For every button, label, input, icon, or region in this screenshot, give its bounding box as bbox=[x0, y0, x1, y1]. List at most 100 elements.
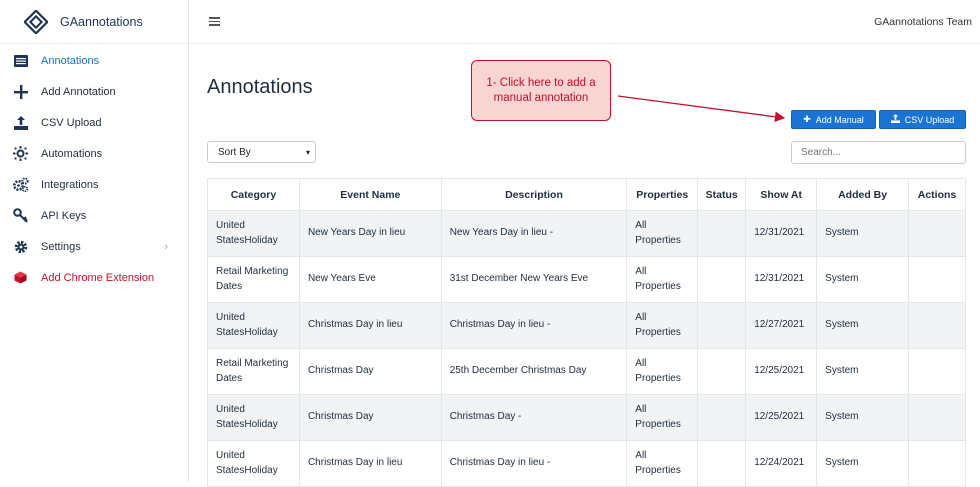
table-row[interactable]: United StatesHoliday New Years Day in li… bbox=[207, 210, 966, 257]
cell-actions bbox=[908, 256, 966, 303]
brand[interactable]: GAannotations bbox=[0, 0, 188, 44]
column-header-status[interactable]: Status bbox=[697, 178, 747, 211]
search-input[interactable] bbox=[791, 141, 966, 164]
cell-properties: All Properties bbox=[626, 348, 699, 395]
cell-show-at: 12/24/2021 bbox=[745, 440, 818, 487]
column-header-actions: Actions bbox=[908, 178, 966, 211]
list-icon bbox=[12, 52, 29, 69]
sidebar-item-label: Integrations bbox=[41, 178, 99, 191]
logo-icon bbox=[24, 9, 48, 34]
sidebar-item-label: CSV Upload bbox=[41, 116, 102, 129]
plus-icon: ✚ bbox=[803, 114, 811, 124]
plus-icon bbox=[12, 83, 29, 100]
cell-description: Christmas Day in lieu - bbox=[440, 302, 628, 349]
cell-event-name: New Years Eve bbox=[298, 256, 442, 303]
table-row[interactable]: United StatesHoliday Christmas Day in li… bbox=[207, 302, 966, 349]
cell-properties: All Properties bbox=[626, 210, 699, 257]
sidebar: GAannotations Annotations Add Annotation… bbox=[0, 0, 189, 482]
column-header-category[interactable]: Category bbox=[207, 178, 300, 211]
cell-properties: All Properties bbox=[626, 394, 699, 441]
sidebar-item-label: Settings bbox=[41, 240, 81, 253]
table-header-row: Category Event Name Description Properti… bbox=[207, 178, 966, 211]
annotation-callout: 1- Click here to add a manual annotation bbox=[471, 60, 611, 121]
cell-show-at: 12/31/2021 bbox=[745, 256, 818, 303]
sort-by-select[interactable]: Sort By ▾ bbox=[207, 141, 316, 163]
cell-category: Retail Marketing Dates bbox=[207, 348, 300, 395]
cell-show-at: 12/25/2021 bbox=[745, 348, 818, 395]
sidebar-item-settings[interactable]: Settings › bbox=[0, 231, 188, 262]
table-row[interactable]: United StatesHoliday Christmas Day in li… bbox=[207, 440, 966, 487]
sidebar-item-automations[interactable]: Automations bbox=[0, 138, 188, 169]
cell-description: 25th December Christmas Day bbox=[440, 348, 628, 395]
table-row[interactable]: Retail Marketing Dates New Years Eve 31s… bbox=[207, 256, 966, 303]
cell-properties: All Properties bbox=[626, 302, 699, 349]
cube-icon bbox=[12, 269, 29, 286]
cell-show-at: 12/27/2021 bbox=[745, 302, 818, 349]
add-manual-label: Add Manual bbox=[815, 114, 864, 125]
cell-properties: All Properties bbox=[626, 440, 699, 487]
topbar: GAannotations Team bbox=[189, 0, 980, 44]
page-title: Annotations bbox=[207, 76, 313, 98]
sidebar-item-annotations[interactable]: Annotations bbox=[0, 45, 188, 76]
cell-added-by: System bbox=[816, 394, 910, 441]
cell-category: United StatesHoliday bbox=[207, 440, 300, 487]
upload-icon bbox=[890, 114, 900, 125]
cell-status bbox=[697, 302, 747, 349]
column-header-properties[interactable]: Properties bbox=[626, 178, 699, 211]
cell-event-name: Christmas Day in lieu bbox=[298, 302, 442, 349]
cell-added-by: System bbox=[816, 302, 910, 349]
automation-icon bbox=[12, 145, 29, 162]
sidebar-item-label: Add Chrome Extension bbox=[41, 271, 155, 284]
sidebar-item-csv-upload[interactable]: CSV Upload bbox=[0, 107, 188, 138]
cell-added-by: System bbox=[816, 256, 910, 303]
team-name[interactable]: GAannotations Team bbox=[874, 16, 972, 28]
column-header-added-by[interactable]: Added By bbox=[816, 178, 910, 211]
cell-actions bbox=[908, 348, 966, 395]
table-row[interactable]: United StatesHoliday Christmas Day Chris… bbox=[207, 394, 966, 441]
table-row[interactable]: Retail Marketing Dates Christmas Day 25t… bbox=[207, 348, 966, 395]
gear-icon bbox=[12, 238, 29, 255]
cell-added-by: System bbox=[816, 210, 910, 257]
cell-actions bbox=[908, 440, 966, 487]
cell-description: New Years Day in lieu - bbox=[440, 210, 628, 257]
cell-status bbox=[697, 210, 747, 257]
sidebar-item-add-annotation[interactable]: Add Annotation bbox=[0, 76, 188, 107]
cell-description: Christmas Day in lieu - bbox=[440, 440, 628, 487]
column-header-event-name[interactable]: Event Name bbox=[298, 178, 442, 211]
cell-status bbox=[697, 394, 747, 441]
cell-added-by: System bbox=[816, 440, 910, 487]
sort-by-label: Sort By bbox=[218, 146, 251, 158]
cell-category: United StatesHoliday bbox=[207, 302, 300, 349]
cell-description: 31st December New Years Eve bbox=[440, 256, 628, 303]
cell-actions bbox=[908, 302, 966, 349]
hamburger-menu-icon[interactable] bbox=[209, 15, 220, 28]
annotations-table: Category Event Name Description Properti… bbox=[207, 178, 966, 487]
csv-upload-button[interactable]: CSV Upload bbox=[879, 110, 966, 129]
cell-status bbox=[697, 348, 747, 395]
upload-icon bbox=[12, 114, 29, 131]
add-manual-button[interactable]: ✚ Add Manual bbox=[791, 110, 876, 129]
csv-upload-label: CSV Upload bbox=[904, 114, 955, 125]
cell-event-name: Christmas Day bbox=[298, 394, 442, 441]
sidebar-item-label: Add Annotation bbox=[41, 85, 116, 98]
column-header-show-at[interactable]: Show At bbox=[745, 178, 818, 211]
gears-icon bbox=[12, 176, 29, 193]
cell-actions bbox=[908, 210, 966, 257]
cell-event-name: New Years Day in lieu bbox=[298, 210, 442, 257]
brand-name: GAannotations bbox=[60, 14, 143, 29]
sidebar-item-add-chrome-extension[interactable]: Add Chrome Extension bbox=[0, 262, 188, 293]
cell-added-by: System bbox=[816, 348, 910, 395]
sidebar-item-label: API Keys bbox=[41, 209, 87, 222]
cell-event-name: Christmas Day in lieu bbox=[298, 440, 442, 487]
sidebar-item-label: Automations bbox=[41, 147, 103, 160]
sidebar-item-integrations[interactable]: Integrations bbox=[0, 169, 188, 200]
cell-status bbox=[697, 256, 747, 303]
sidebar-item-api-keys[interactable]: API Keys bbox=[0, 200, 188, 231]
cell-show-at: 12/25/2021 bbox=[745, 394, 818, 441]
cell-status bbox=[697, 440, 747, 487]
cell-description: Christmas Day - bbox=[440, 394, 628, 441]
column-header-description[interactable]: Description bbox=[440, 178, 628, 211]
cell-properties: All Properties bbox=[626, 256, 699, 303]
cell-actions bbox=[908, 394, 966, 441]
cell-category: United StatesHoliday bbox=[207, 394, 300, 441]
